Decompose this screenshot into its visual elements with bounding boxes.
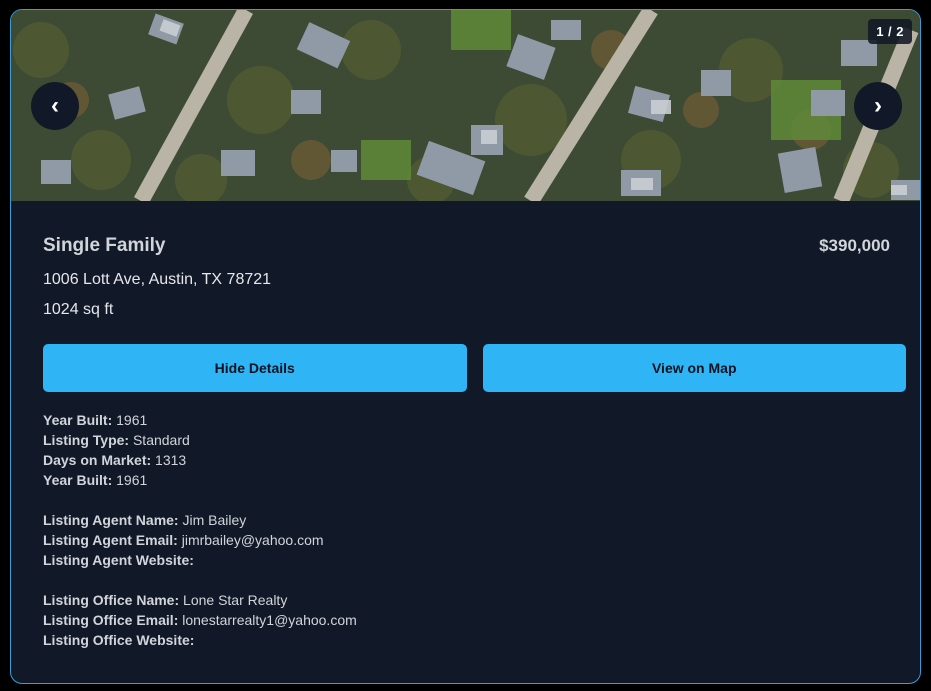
chevron-right-icon: ›: [874, 92, 882, 119]
detail-row: Listing Agent Name: Jim Bailey: [43, 510, 906, 530]
view-on-map-button[interactable]: View on Map: [482, 344, 906, 392]
agent-details: Listing Agent Name: Jim Bailey Listing A…: [43, 510, 906, 570]
detail-value: Jim Bailey: [182, 512, 247, 528]
detail-value: 1961: [116, 472, 148, 488]
detail-label: Listing Type:: [43, 432, 130, 448]
detail-value: Lone Star Realty: [183, 592, 288, 608]
detail-row: Year Built: 1961: [43, 470, 906, 490]
detail-label: Listing Office Email:: [43, 612, 179, 628]
detail-label: Listing Agent Website:: [43, 552, 194, 568]
aerial-photo: 1 / 2 ‹ ›: [11, 10, 920, 201]
detail-label: Listing Agent Email:: [43, 532, 178, 548]
detail-label: Listing Agent Name:: [43, 512, 179, 528]
image-counter: 1 / 2: [868, 19, 912, 44]
detail-row: Listing Agent Email: jimrbailey@yahoo.co…: [43, 530, 906, 550]
listing-card: 1 / 2 ‹ › Single Family $390,000 1006 Lo…: [10, 9, 921, 684]
detail-value: 1313: [155, 452, 187, 468]
detail-label: Year Built:: [43, 472, 113, 488]
listing-address: 1006 Lott Ave, Austin, TX 78721: [43, 271, 272, 288]
listing-body: Single Family $390,000 1006 Lott Ave, Au…: [11, 235, 920, 650]
detail-label: Days on Market:: [43, 452, 152, 468]
listing-price: $390,000: [819, 236, 890, 255]
next-image-button[interactable]: ›: [854, 82, 902, 130]
detail-row: Year Built: 1961: [43, 410, 906, 430]
detail-row: Days on Market: 1313: [43, 450, 906, 470]
detail-value: 1961: [116, 412, 148, 428]
property-type: Single Family: [43, 235, 166, 256]
details-section: Year Built: 1961 Listing Type: Standard …: [43, 410, 906, 650]
detail-row: Listing Office Website:: [43, 630, 906, 650]
detail-row: Listing Type: Standard: [43, 430, 906, 450]
detail-row: Listing Agent Website:: [43, 550, 906, 570]
listing-sqft: 1024 sq ft: [43, 301, 114, 318]
detail-row: Listing Office Email: lonestarrealty1@ya…: [43, 610, 906, 630]
detail-value: Standard: [132, 432, 190, 448]
action-buttons: Hide Details View on Map: [43, 344, 906, 392]
detail-value: lonestarrealty1@yahoo.com: [182, 612, 357, 628]
detail-label: Listing Office Website:: [43, 632, 195, 648]
detail-label: Year Built:: [43, 412, 113, 428]
detail-value: jimrbailey@yahoo.com: [181, 532, 324, 548]
chevron-left-icon: ‹: [51, 92, 59, 119]
aerial-image: [11, 10, 920, 201]
title-row: Single Family $390,000: [43, 235, 906, 257]
office-details: Listing Office Name: Lone Star Realty Li…: [43, 590, 906, 650]
hide-details-button[interactable]: Hide Details: [43, 344, 467, 392]
property-details: Year Built: 1961 Listing Type: Standard …: [43, 410, 906, 490]
detail-label: Listing Office Name:: [43, 592, 180, 608]
previous-image-button[interactable]: ‹: [31, 82, 79, 130]
detail-row: Listing Office Name: Lone Star Realty: [43, 590, 906, 610]
